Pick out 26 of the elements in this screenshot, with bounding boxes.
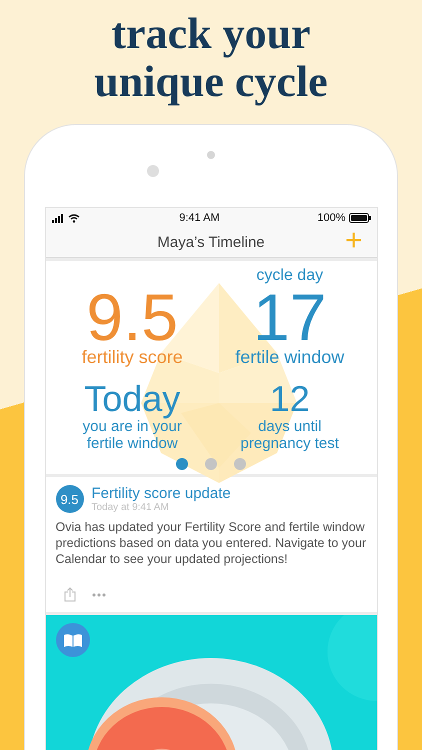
headline: track your unique cycle [93,10,329,106]
post-title: Fertility score update [92,485,231,502]
more-icon[interactable] [92,592,106,596]
stat-value: Today [84,380,180,418]
share-icon[interactable] [64,587,76,602]
battery-icon [348,213,370,223]
stat-label: days until pregnancy test [240,418,340,452]
stat-value: 17 [253,285,326,349]
status-time: 9:41 AM [179,212,220,224]
signal-wifi-icon [52,214,82,222]
score-badge: 9.5 [56,485,84,513]
add-button[interactable]: + [344,228,362,254]
stat-label: you are in your fertile window [82,418,183,452]
stat-value: 9.5 [86,285,178,349]
stat-label: fertility score [82,349,183,366]
book-icon [62,632,82,648]
speaker-icon [207,151,215,159]
camera-icon [147,165,159,177]
post-time: Today at 9:41 AM [92,502,170,513]
nav-title: Maya’s Timeline [157,234,265,251]
post-body: Ovia has updated your Fertility Score and fertile window predictions based on data you entered. Navigate to your Calendar to see your updated projections! [56,519,366,567]
stat-value: 12 [270,380,310,418]
stat-caption: cycle day [256,267,324,285]
page-dot[interactable] [176,458,188,470]
stat-label: fertile window [235,349,344,366]
battery-percent: 100% [317,212,346,224]
